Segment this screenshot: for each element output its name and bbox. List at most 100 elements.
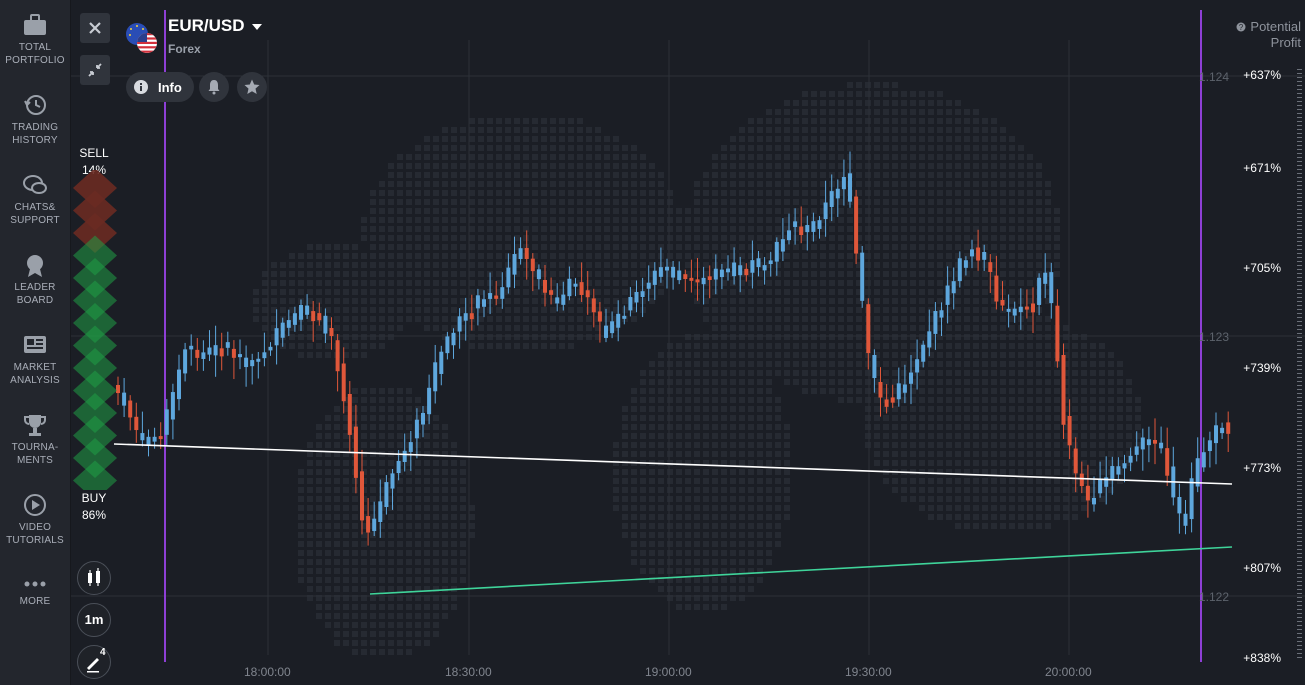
candle-body xyxy=(951,281,956,294)
candle-body xyxy=(250,360,255,367)
chart-type-button[interactable] xyxy=(77,561,111,595)
nav-label-leader-board: LEADER BOARD xyxy=(14,282,56,306)
nav-tournaments[interactable]: TOURNA- MENTS xyxy=(0,413,70,467)
drawings-count-badge: 4 xyxy=(100,647,106,658)
candle-body xyxy=(1159,442,1164,449)
candle-body xyxy=(1226,422,1231,434)
time-axis-label: 18:30:00 xyxy=(445,665,492,679)
time-axis-label: 20:00:00 xyxy=(1045,665,1092,679)
nav-total-portfolio[interactable]: TOTAL PORTFOLIO xyxy=(0,13,70,67)
candle-body xyxy=(122,392,127,406)
candle-body xyxy=(957,258,962,282)
candle-body xyxy=(390,473,395,489)
close-icon xyxy=(89,22,101,34)
info-label: Info xyxy=(158,80,182,95)
candle-body xyxy=(128,400,133,418)
candle-body xyxy=(597,311,602,322)
candle-body xyxy=(646,282,651,289)
briefcase-icon xyxy=(24,14,46,35)
candle-body xyxy=(1116,466,1121,475)
candle-body xyxy=(616,313,621,328)
candle-body xyxy=(567,278,572,297)
candle-body xyxy=(1214,425,1218,444)
nav-market-analysis[interactable]: MARKET ANALYSIS xyxy=(0,333,70,387)
candle-body xyxy=(213,345,218,356)
candle-body xyxy=(134,416,139,431)
candle-body xyxy=(1128,455,1133,463)
candle-body xyxy=(1012,308,1017,316)
timeframe-button[interactable]: 1m xyxy=(77,603,111,637)
time-axis-label: 19:00:00 xyxy=(645,665,692,679)
asset-selector[interactable]: EUR/USD xyxy=(168,16,263,36)
svg-text:?: ? xyxy=(1239,23,1244,32)
candle-body xyxy=(1165,448,1170,476)
candle-body xyxy=(543,280,547,293)
candle-body xyxy=(494,295,499,299)
sell-label: SELL xyxy=(79,146,109,160)
collapse-chart-button[interactable] xyxy=(80,55,110,85)
nav-more[interactable]: MORE xyxy=(0,577,70,608)
candle-body xyxy=(414,419,419,439)
candle-body xyxy=(658,267,663,277)
candle-body xyxy=(707,276,712,280)
candle-body xyxy=(146,436,151,445)
timeframe-label: 1m xyxy=(84,612,104,627)
candle-body xyxy=(457,316,462,332)
candle-body xyxy=(878,382,883,398)
nav-video-tutorials[interactable]: VIDEO TUTORIALS xyxy=(0,493,70,547)
nav-chats-support[interactable]: CHATS& SUPPORT xyxy=(0,173,70,227)
candle-body xyxy=(1092,498,1096,505)
info-button[interactable]: Info xyxy=(126,72,194,102)
candle-body xyxy=(573,283,578,287)
alert-button[interactable] xyxy=(199,72,229,102)
candle-body xyxy=(841,177,846,190)
candle-body xyxy=(189,345,194,350)
candle-body xyxy=(1079,473,1084,487)
candle-body xyxy=(280,322,285,338)
drawing-tools-button[interactable]: 4 xyxy=(77,645,111,679)
price-chart[interactable] xyxy=(71,0,1305,685)
candle-body xyxy=(158,436,163,440)
candle-body xyxy=(945,285,950,305)
candle-body xyxy=(811,221,816,232)
candle-body xyxy=(292,313,297,325)
candle-body xyxy=(933,311,938,334)
price-axis-label: 1.122 xyxy=(1199,590,1230,604)
nav-leader-board[interactable]: LEADER BOARD xyxy=(0,253,70,307)
candle-body xyxy=(549,290,554,295)
world-map-background xyxy=(253,82,1141,655)
candle-body xyxy=(207,347,212,355)
candle-body xyxy=(475,295,480,309)
candle-body xyxy=(860,252,865,301)
candle-body xyxy=(634,291,639,303)
play-icon xyxy=(24,494,46,516)
candle-body xyxy=(195,349,200,358)
nav-label-tournaments: TOURNA- MENTS xyxy=(11,442,59,466)
candle-body xyxy=(988,262,993,273)
chart-area[interactable] xyxy=(71,0,1305,685)
candle-body xyxy=(262,352,267,359)
candle-body xyxy=(726,268,730,273)
candle-body xyxy=(317,313,322,321)
candle-body xyxy=(524,247,529,259)
candle-body xyxy=(1098,479,1103,494)
candle-body xyxy=(366,516,371,533)
close-chart-button[interactable] xyxy=(80,13,110,43)
candle-body xyxy=(683,274,688,280)
nav-trading-history[interactable]: TRADING HISTORY xyxy=(0,93,70,147)
profit-label: +807% xyxy=(1243,561,1281,575)
candle-body xyxy=(335,340,340,372)
candle-body xyxy=(1049,272,1054,304)
favorite-button[interactable] xyxy=(237,72,267,102)
nav-label-chats-support: CHATS& SUPPORT xyxy=(10,202,60,226)
candle-body xyxy=(665,266,669,271)
candle-body xyxy=(268,346,273,351)
profit-label: +838% xyxy=(1243,651,1281,665)
collapse-icon xyxy=(88,63,102,77)
candle-body xyxy=(140,433,145,441)
candle-body xyxy=(713,268,718,280)
candle-body xyxy=(884,399,889,407)
candle-body xyxy=(402,450,407,462)
candle-body xyxy=(1037,277,1042,305)
candle-body xyxy=(231,348,236,358)
